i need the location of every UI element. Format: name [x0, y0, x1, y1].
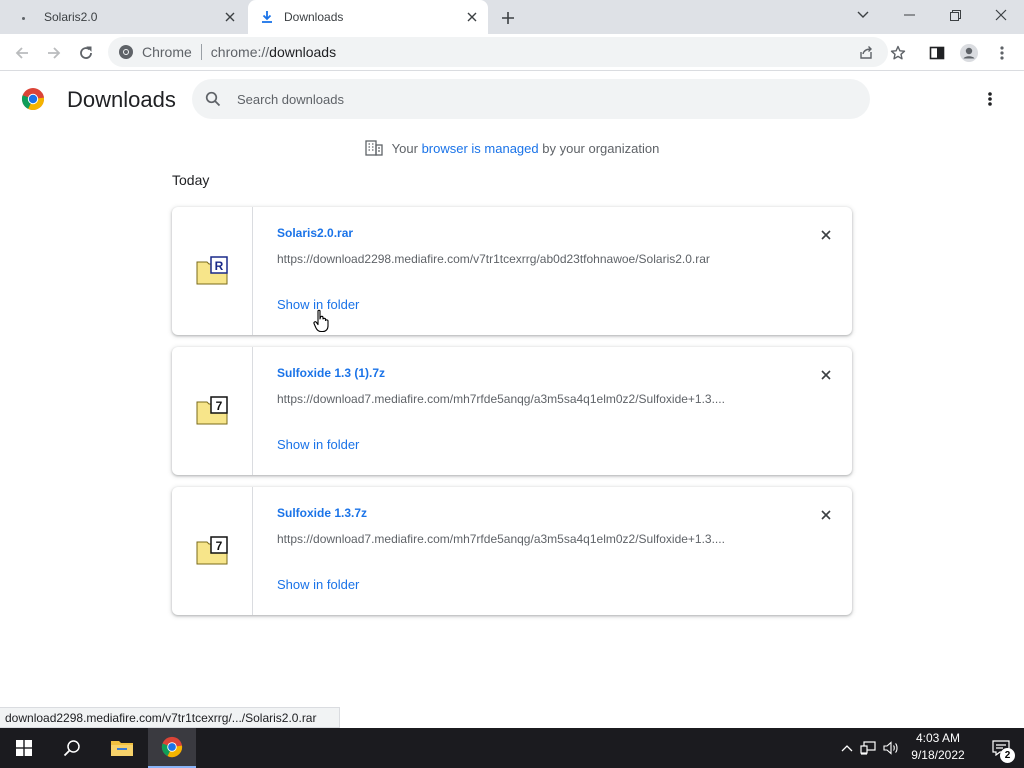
tab-search-icon[interactable]: [840, 0, 886, 30]
file-icon-column: 7: [172, 487, 253, 615]
managed-notice: Your browser is managed by your organiza…: [0, 140, 1024, 156]
file-name-link[interactable]: Sulfoxide 1.3 (1).7z: [277, 366, 385, 380]
file-url: https://download2298.mediafire.com/v7tr1…: [277, 252, 710, 266]
7z-archive-icon: 7: [196, 396, 228, 425]
tab-strip: Solaris2.0 Downloads: [0, 0, 1024, 34]
svg-text:7: 7: [216, 539, 223, 553]
new-tab-button[interactable]: [497, 7, 519, 29]
side-panel-icon[interactable]: [924, 40, 950, 66]
remove-download-icon[interactable]: [816, 225, 836, 245]
more-actions-icon[interactable]: [978, 87, 1002, 111]
search-box[interactable]: [192, 79, 870, 119]
chrome-taskbar-icon[interactable]: [148, 728, 196, 768]
chrome-logo-icon: [21, 88, 45, 111]
download-icon: [262, 11, 272, 23]
managed-link[interactable]: browser is managed: [422, 141, 539, 156]
download-item: 7 Sulfoxide 1.3 (1).7z https://download7…: [172, 347, 852, 475]
date-heading: Today: [172, 172, 210, 188]
tab-label: Downloads: [284, 10, 344, 24]
close-tab-icon[interactable]: [464, 9, 480, 25]
svg-text:R: R: [215, 259, 224, 273]
site-label: Chrome: [142, 44, 192, 60]
restore-button[interactable]: [932, 0, 978, 30]
forward-button[interactable]: [41, 40, 67, 66]
remove-download-icon[interactable]: [816, 365, 836, 385]
tab-label: Solaris2.0: [44, 10, 98, 24]
7z-archive-icon: 7: [196, 536, 228, 565]
close-window-button[interactable]: [978, 0, 1024, 30]
file-name-link[interactable]: Solaris2.0.rar: [277, 226, 353, 240]
managed-prefix: Your: [391, 140, 418, 156]
rar-archive-icon: R: [196, 256, 228, 285]
page-title: Downloads: [67, 87, 176, 112]
svg-text:7: 7: [216, 399, 223, 413]
divider: [200, 44, 202, 60]
site-info[interactable]: Chrome: [108, 44, 192, 60]
loading-favicon-icon: [22, 17, 25, 20]
action-center-icon[interactable]: 2: [978, 728, 1024, 768]
start-windows-icon[interactable]: [0, 728, 48, 768]
minimize-button[interactable]: [886, 0, 932, 30]
windows-taskbar: 4:03 AM 9/18/2022 2: [0, 728, 1024, 768]
volume-icon[interactable]: [880, 741, 902, 755]
managed-suffix: by your organization: [542, 140, 660, 156]
url-text: chrome://downloads: [210, 44, 337, 60]
downloads-header: Downloads: [0, 72, 1024, 128]
status-bubble: download2298.mediafire.com/v7tr1tcexrrg/…: [0, 707, 340, 728]
back-button[interactable]: [9, 40, 35, 66]
clock-time: 4:03 AM: [915, 731, 961, 745]
clock-date: 9/18/2022: [911, 748, 965, 762]
system-tray: [838, 728, 902, 768]
toolbar: Chrome chrome://downloads: [0, 34, 1024, 71]
show-hidden-icons-icon[interactable]: [838, 744, 856, 752]
file-name-link[interactable]: Sulfoxide 1.3.7z: [277, 506, 367, 520]
download-item: 7 Sulfoxide 1.3.7z https://download7.med…: [172, 487, 852, 615]
close-tab-icon[interactable]: [222, 9, 238, 25]
reload-button[interactable]: [73, 40, 99, 66]
file-explorer-icon[interactable]: [98, 728, 146, 768]
building-icon: [365, 140, 383, 156]
search-input[interactable]: [237, 91, 837, 107]
chrome-menu-icon[interactable]: [989, 40, 1015, 66]
share-icon[interactable]: [853, 40, 879, 66]
address-bar[interactable]: Chrome chrome://downloads: [108, 37, 888, 67]
profile-avatar-icon[interactable]: [956, 40, 982, 66]
tab-solaris[interactable]: Solaris2.0: [0, 0, 246, 34]
tab-downloads[interactable]: Downloads: [248, 0, 488, 34]
search-taskbar-icon[interactable]: [48, 728, 96, 768]
network-icon[interactable]: [856, 741, 880, 755]
search-icon: [205, 91, 221, 107]
bookmark-star-icon[interactable]: [885, 40, 911, 66]
chrome-icon: [119, 45, 133, 59]
remove-download-icon[interactable]: [816, 505, 836, 525]
file-url: https://download7.mediafire.com/mh7rfde5…: [277, 392, 725, 406]
taskbar-clock[interactable]: 4:03 AM 9/18/2022: [905, 730, 971, 766]
show-in-folder-link[interactable]: Show in folder: [277, 437, 359, 452]
file-icon-column: 7: [172, 347, 253, 475]
file-icon-column: R: [172, 207, 253, 335]
file-url: https://download7.mediafire.com/mh7rfde5…: [277, 532, 725, 546]
hand-cursor-icon: [313, 309, 329, 333]
show-in-folder-link[interactable]: Show in folder: [277, 577, 359, 592]
download-item: R Solaris2.0.rar https://download2298.me…: [172, 207, 852, 335]
notification-count-badge: 2: [1000, 748, 1015, 763]
